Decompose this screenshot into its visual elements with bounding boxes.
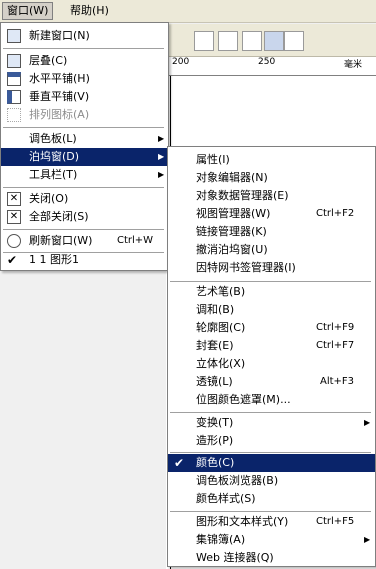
close-all-icon: ✕ <box>7 210 21 224</box>
tile-vertical-icon <box>7 90 21 104</box>
menu-separator <box>170 281 371 282</box>
menu-item-scrapbook[interactable]: 集锦簿(A) ▶ <box>168 531 375 549</box>
toolbar-button[interactable] <box>264 31 284 51</box>
menu-separator <box>3 229 164 230</box>
submenu-arrow-icon: ▶ <box>364 535 371 544</box>
submenu-arrow-icon: ▶ <box>158 152 165 161</box>
menu-item-cascade[interactable]: 层叠(C) <box>1 52 168 70</box>
menu-item-view-manager[interactable]: 视图管理器(W) Ctrl+F2 <box>168 205 375 223</box>
menu-item-palette[interactable]: 调色板(L) ▶ <box>1 130 168 148</box>
menu-item-object-data-manager[interactable]: 对象数据管理器(E) <box>168 187 375 205</box>
ruler-tick-label: 250 <box>258 57 276 67</box>
menu-item-properties[interactable]: 属性(I) <box>168 151 375 169</box>
menu-item-color[interactable]: ✔ 颜色(C) <box>168 454 375 472</box>
menu-item-artistic-media[interactable]: 艺术笔(B) <box>168 283 375 301</box>
menu-item-close[interactable]: ✕ 关闭(O) <box>1 190 168 208</box>
cascade-icon <box>7 54 21 68</box>
toolbar-button[interactable] <box>242 31 262 51</box>
menu-item-shaping[interactable]: 造形(P) <box>168 432 375 450</box>
new-window-icon <box>7 29 21 43</box>
tile-horizontal-icon <box>7 72 21 86</box>
arrange-icons-icon <box>7 108 21 122</box>
menu-item-color-styles[interactable]: 颜色样式(S) <box>168 490 375 508</box>
menu-separator <box>170 452 371 453</box>
menu-item-blend[interactable]: 调和(B) <box>168 301 375 319</box>
menu-item-arrange-icons[interactable]: 排列图标(A) <box>1 106 168 124</box>
horizontal-ruler: 200 250 毫米 <box>166 57 376 76</box>
menu-item-object-editor[interactable]: 对象编辑器(N) <box>168 169 375 187</box>
menu-item-contour[interactable]: 轮廓图(C) Ctrl+F9 <box>168 319 375 337</box>
checkmark-icon: ✔ <box>7 253 18 267</box>
menu-separator <box>3 48 164 49</box>
menu-separator <box>170 412 371 413</box>
ruler-tick-label: 200 <box>172 57 190 67</box>
menu-item-lens[interactable]: 透镜(L) Alt+F3 <box>168 373 375 391</box>
menu-item-web-connector[interactable]: Web 连接器(Q) <box>168 549 375 567</box>
window-menu: 新建窗口(N) 层叠(C) 水平平铺(H) 垂直平铺(V) 排列图标(A) 调色… <box>0 22 169 271</box>
menu-item-bitmap-color-mask[interactable]: 位图颜色遮罩(M)... <box>168 391 375 409</box>
menu-item-tile-vertical[interactable]: 垂直平铺(V) <box>1 88 168 106</box>
checkmark-icon: ✔ <box>174 456 185 470</box>
menu-item-document-1[interactable]: ✔ 1 1 图形1 <box>1 251 168 269</box>
refresh-icon <box>7 234 21 248</box>
menu-item-dockers[interactable]: 泊坞窗(D) ▶ <box>1 148 168 166</box>
menu-item-transform[interactable]: 变换(T) ▶ <box>168 414 375 432</box>
menu-help[interactable]: 帮助(H) <box>66 3 113 19</box>
submenu-arrow-icon: ▶ <box>364 418 371 427</box>
menu-separator <box>3 187 164 188</box>
menu-item-envelope[interactable]: 封套(E) Ctrl+F7 <box>168 337 375 355</box>
ruler-unit-label: 毫米 <box>344 60 363 70</box>
menu-item-extrude[interactable]: 立体化(X) <box>168 355 375 373</box>
toolbar-button[interactable] <box>284 31 304 51</box>
menu-bar: 窗口(W) 帮助(H) <box>0 0 376 23</box>
submenu-arrow-icon: ▶ <box>158 170 165 179</box>
menu-item-link-manager[interactable]: 链接管理器(K) <box>168 223 375 241</box>
property-toolbar <box>166 24 376 57</box>
submenu-arrow-icon: ▶ <box>158 134 165 143</box>
close-icon: ✕ <box>7 192 21 206</box>
menu-item-close-all[interactable]: ✕ 全部关闭(S) <box>1 208 168 226</box>
dockers-submenu: 属性(I) 对象编辑器(N) 对象数据管理器(E) 视图管理器(W) Ctrl+… <box>167 146 376 567</box>
menu-window[interactable]: 窗口(W) <box>2 2 54 20</box>
toolbar-button[interactable] <box>218 31 238 51</box>
menu-item-palette-browser[interactable]: 调色板浏览器(B) <box>168 472 375 490</box>
menu-item-graphic-text-styles[interactable]: 图形和文本样式(Y) Ctrl+F5 <box>168 513 375 531</box>
menu-item-internet-bookmark-manager[interactable]: 因特网书签管理器(I) <box>168 259 375 277</box>
menu-separator <box>170 511 371 512</box>
menu-item-toolbars[interactable]: 工具栏(T) ▶ <box>1 166 168 184</box>
toolbar-button[interactable] <box>194 31 214 51</box>
menu-separator <box>3 127 164 128</box>
menu-item-tile-horizontal[interactable]: 水平平铺(H) <box>1 70 168 88</box>
menu-item-new-window[interactable]: 新建窗口(N) <box>1 27 168 45</box>
menu-item-undo-docker[interactable]: 撤消泊坞窗(U) <box>168 241 375 259</box>
menu-item-refresh-window[interactable]: 刷新窗口(W) Ctrl+W <box>1 232 168 250</box>
